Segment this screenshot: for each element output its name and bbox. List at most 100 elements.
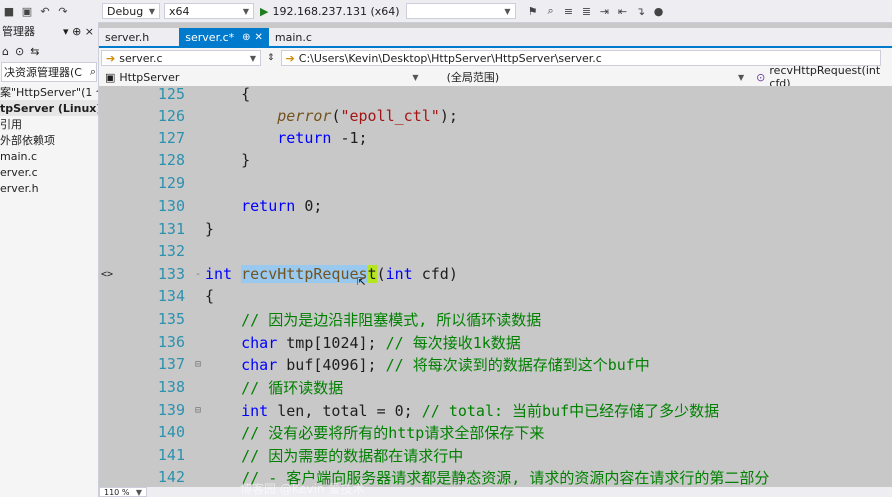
- editor-tabs: server.h server.c* ⊕ ✕ main.c: [99, 28, 892, 48]
- code-line: 125 {: [99, 86, 892, 105]
- file-value: server.c: [119, 51, 163, 65]
- run-button[interactable]: ▶ 192.168.237.131 (x64): [260, 5, 400, 18]
- zoom-value: 110 %: [104, 487, 130, 497]
- step-icon[interactable]: ↴: [634, 4, 648, 18]
- collapse-icon[interactable]: ⊟: [195, 359, 201, 370]
- chevron-down-icon: ▼: [148, 6, 155, 16]
- code-line: 138 // 循环读数据: [99, 376, 892, 398]
- outdent-icon[interactable]: ⇤: [616, 4, 630, 18]
- tab-label: server.c*: [185, 30, 235, 44]
- solution-explorer-title-bar: 管理器 ▾ ⊕ ×: [0, 22, 98, 40]
- redo-icon[interactable]: ↷: [56, 4, 70, 18]
- sidebar-search-input[interactable]: 决资源管理器(C ⌕: [1, 62, 97, 82]
- peek-definition-icon[interactable]: <>: [101, 269, 113, 280]
- zoom-dropdown[interactable]: 110 % ▼: [99, 487, 147, 497]
- debug-target-dropdown[interactable]: ▼: [405, 3, 516, 19]
- bookmark-icon[interactable]: ⚑: [526, 4, 540, 18]
- tab-label: main.c: [274, 30, 312, 44]
- chevron-down-icon: ▼: [249, 53, 256, 63]
- code-line: 142 // - 客户端向服务器请求都是静态资源, 请求的资源内容在请求行的第二…: [99, 466, 892, 487]
- tree-item-label: 引用: [0, 118, 22, 131]
- indent-icon[interactable]: ⇥: [598, 4, 612, 18]
- tree-item-label: erver.h: [0, 181, 39, 195]
- tree-item-server-h[interactable]: erver.h: [0, 180, 98, 196]
- line-number: 131: [157, 220, 185, 238]
- undo-icon[interactable]: ↶: [38, 4, 52, 18]
- tree-item-main-c[interactable]: main.c: [0, 148, 98, 164]
- home-icon[interactable]: ⌂: [2, 45, 9, 58]
- scope-dropdown[interactable]: (全局范围) ▼: [429, 69, 749, 85]
- code-text: // 因为需要的数据都在请求行中: [205, 446, 464, 465]
- pin-icon[interactable]: ⊕: [242, 32, 250, 43]
- tree-item-references[interactable]: 引用: [0, 116, 98, 132]
- pin-icon[interactable]: ▾ ⊕ ×: [63, 25, 94, 38]
- arrow-right-icon: ➔: [106, 51, 116, 65]
- line-number: 135: [157, 310, 185, 328]
- tree-item-server-c[interactable]: erver.c: [0, 164, 98, 180]
- breakpoint-icon[interactable]: ●: [652, 4, 666, 18]
- code-text: // 循环读数据: [205, 378, 344, 397]
- tab-main-c[interactable]: main.c: [269, 28, 318, 46]
- platform-dropdown[interactable]: x64 ▼: [164, 3, 254, 19]
- file-dropdown[interactable]: ➔ server.c ▼: [101, 50, 261, 66]
- code-line: 132: [99, 240, 892, 262]
- main-toolbar: ■ ▣ ↶ ↷ Debug ▼ x64 ▼ ▶ 192.168.237.131 (x…: [0, 0, 892, 23]
- play-icon: ▶: [260, 4, 269, 18]
- line-number: 130: [157, 197, 185, 215]
- code-text: return 0;: [241, 197, 323, 215]
- find-icon[interactable]: ⌕: [544, 4, 558, 18]
- code-text: }: [205, 151, 251, 169]
- code-line: 140 // 没有必要将所有的http请求全部保存下来: [99, 421, 892, 443]
- watermark: 博客园 @Kevin 爱技术: [240, 482, 365, 496]
- arrow-right-icon: ➔: [285, 51, 295, 65]
- editor-status-bar: 110 % ▼: [99, 487, 892, 497]
- line-number: 134: [157, 287, 185, 305]
- code-text: char buf[4096]; // 将每次读到的数据存储到这个buf中: [241, 355, 650, 374]
- sidebar-toolbar: ⌂ ⊙ ⇆: [0, 40, 98, 62]
- collapse-icon[interactable]: ⊟: [195, 405, 201, 416]
- line-number: 132: [157, 242, 185, 260]
- code-editor[interactable]: 125 { 126 perror("epoll_ctl"); 127 retur…: [99, 86, 892, 487]
- tree-item-solution[interactable]: 案"HttpServer"(1 个项: [0, 84, 98, 100]
- code-line: 126 perror("epoll_ctl");: [99, 105, 892, 127]
- history-icon[interactable]: ⊙: [15, 45, 24, 58]
- line-number: 127: [157, 129, 185, 147]
- code-line: 130 return 0;: [99, 195, 892, 217]
- tree-item-label: main.c: [0, 149, 38, 163]
- function-dropdown[interactable]: ⊙ recvHttpRequest(int cfd): [752, 64, 892, 90]
- line-number: 125: [157, 86, 185, 103]
- config-dropdown[interactable]: Debug ▼: [102, 3, 160, 19]
- code-text: {: [205, 86, 251, 103]
- code-text: {: [205, 287, 215, 305]
- save-all-icon[interactable]: ▣: [20, 4, 34, 18]
- scope-value: (全局范围): [446, 71, 500, 84]
- collapse-icon[interactable]: -: [195, 269, 201, 280]
- tab-server-c[interactable]: server.c* ⊕ ✕: [179, 28, 269, 46]
- uncomment-icon[interactable]: ≣: [580, 4, 594, 18]
- scope-navigation-bar: ▣ HttpServer ▼ (全局范围) ▼ ⊙ recvHttpReques…: [99, 64, 892, 90]
- chevron-down-icon: ▼: [242, 6, 249, 16]
- code-line: 129: [99, 172, 892, 194]
- project-dropdown[interactable]: ▣ HttpServer ▼: [101, 69, 423, 85]
- sync-icon[interactable]: ⇆: [30, 45, 39, 58]
- project-icon: ▣: [105, 70, 116, 84]
- tree-item-external-deps[interactable]: 外部依赖项: [0, 132, 98, 148]
- tab-server-h[interactable]: server.h: [99, 28, 155, 46]
- save-icon[interactable]: ■: [2, 4, 16, 18]
- close-icon[interactable]: ✕: [255, 32, 263, 43]
- code-line: 131}: [99, 218, 892, 240]
- function-icon: ⊙: [756, 70, 766, 84]
- tree-item-label: 案"HttpServer"(1 个项: [0, 86, 98, 99]
- solution-explorer: 管理器 ▾ ⊕ × ⌂ ⊙ ⇆ 决资源管理器(C ⌕ 案"HttpServer"…: [0, 22, 99, 497]
- comment-icon[interactable]: ≡: [562, 4, 576, 18]
- tree-item-label: tpServer (Linux): [0, 101, 99, 115]
- split-icon[interactable]: ⇕: [267, 53, 275, 63]
- code-line: 139 ⊟ int len, total = 0; // total: 当前buf…: [99, 399, 892, 421]
- code-line: 136 char tmp[1024]; // 每次接收1k数据: [99, 331, 892, 353]
- platform-value: x64: [169, 4, 190, 18]
- tree-item-project[interactable]: tpServer (Linux): [0, 100, 98, 116]
- line-number: 137: [157, 355, 185, 373]
- code-line: 134 {: [99, 285, 892, 307]
- tab-label: server.h: [105, 30, 150, 44]
- code-line: <> 133 - int recvHttpRequest(int cfd) ⇱: [99, 263, 892, 289]
